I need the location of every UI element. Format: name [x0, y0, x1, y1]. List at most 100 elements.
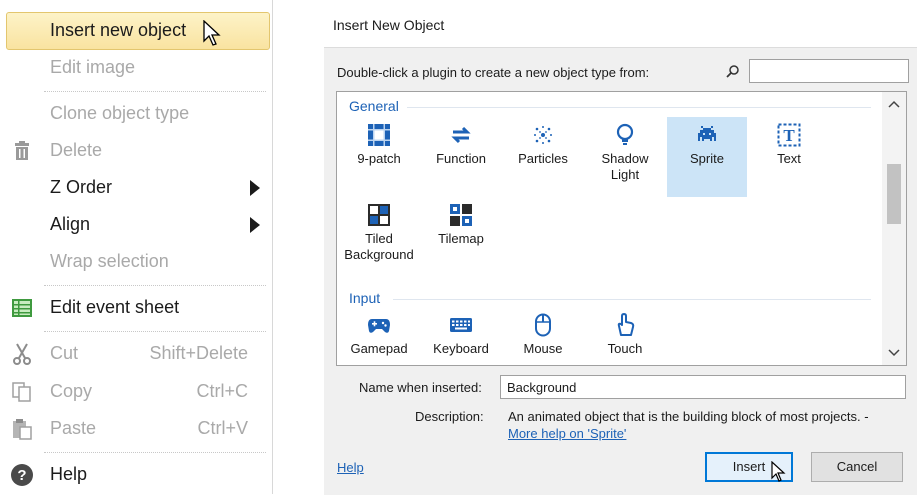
plugin-label: Touch: [607, 341, 643, 356]
help-icon: ?: [10, 463, 34, 487]
plugin-list-scrollbar[interactable]: [882, 92, 906, 365]
plugin-touch[interactable]: Touch: [585, 307, 665, 365]
scrollbar-thumb[interactable]: [887, 164, 901, 224]
more-help-link[interactable]: More help on 'Sprite': [508, 426, 626, 441]
plugin-label: Shadow Light: [601, 151, 649, 182]
description-label: Description:: [415, 409, 484, 424]
menu-item-label: Insert new object: [50, 20, 187, 40]
menu-item-edit-image[interactable]: Edit image: [0, 50, 270, 86]
menu-item-clone-object-type[interactable]: Clone object type: [0, 96, 270, 132]
help-link[interactable]: Help: [337, 460, 364, 475]
plugin-text[interactable]: T Text: [749, 117, 829, 197]
plugin-function[interactable]: Function: [421, 117, 501, 197]
menu-item-insert-new-object[interactable]: Insert new object: [6, 12, 270, 50]
lightbulb-icon: [613, 123, 637, 147]
plugin-label: Tilemap: [438, 231, 484, 246]
plugin-sprite[interactable]: Sprite: [667, 117, 747, 197]
plugin-9-patch[interactable]: 9-patch: [339, 117, 419, 197]
plugin-label: Function: [436, 151, 486, 166]
gamepad-icon: [367, 313, 391, 337]
menu-item-align[interactable]: Align: [0, 207, 270, 243]
plugin-label: Tiled Background: [344, 231, 414, 262]
menu-item-label: Z Order: [50, 177, 113, 197]
insert-button-label: Insert: [732, 459, 766, 474]
description-text: An animated object that is the building …: [508, 409, 869, 424]
plugin-label: Mouse: [523, 341, 563, 356]
plugin-mouse[interactable]: Mouse: [503, 307, 583, 365]
search-icon: [726, 64, 740, 83]
menu-item-label: Edit event sheet: [50, 297, 180, 317]
cancel-button-label: Cancel: [836, 459, 878, 474]
menu-item-copy[interactable]: Copy Ctrl+C: [0, 374, 270, 410]
group-label-general: General: [349, 98, 399, 114]
function-icon: [449, 123, 473, 147]
plugin-label: Particles: [518, 151, 568, 166]
scroll-down-icon[interactable]: [882, 343, 906, 363]
copy-icon: [10, 380, 34, 404]
menu-item-help[interactable]: ? Help: [0, 457, 270, 493]
scissors-icon: [10, 342, 34, 366]
svg-text:T: T: [783, 126, 795, 145]
menu-item-shortcut: Ctrl+C: [196, 381, 248, 401]
menu-separator: [44, 285, 266, 286]
menu-item-delete[interactable]: Delete: [0, 133, 270, 169]
plugin-label: 9-patch: [357, 151, 401, 166]
plugin-keyboard[interactable]: Keyboard: [421, 307, 501, 365]
menu-item-wrap-selection[interactable]: Wrap selection: [0, 244, 270, 280]
dialog-prompt: Double-click a plugin to create a new ob…: [337, 65, 650, 80]
plugin-tilemap[interactable]: Tilemap: [421, 197, 501, 277]
group-label-input: Input: [349, 290, 381, 306]
scroll-up-icon[interactable]: [882, 94, 906, 114]
mouse-cursor-icon: [203, 19, 223, 53]
tiled-background-icon: [367, 203, 391, 227]
object-name-input[interactable]: [500, 375, 906, 399]
svg-text:?: ?: [17, 467, 26, 484]
plugin-tiled-background[interactable]: Tiled Background: [339, 197, 419, 277]
menu-item-label: Edit image: [50, 57, 136, 77]
menu-item-label: Align: [50, 214, 91, 234]
submenu-arrow-icon: [250, 180, 260, 196]
menu-item-cut[interactable]: Cut Shift+Delete: [0, 336, 270, 372]
menu-item-label: Wrap selection: [50, 251, 169, 271]
mouse-icon: [531, 313, 555, 337]
context-menu: Insert new object Edit image Clone objec…: [0, 0, 273, 494]
menu-item-label: Cut: [50, 343, 79, 363]
nine-patch-icon: [367, 123, 391, 147]
keyboard-icon: [449, 313, 473, 337]
plugin-list: General 9-patch Function Particles Shado…: [336, 91, 907, 366]
group-divider: [393, 299, 871, 300]
event-sheet-icon: [10, 296, 34, 320]
trash-icon: [10, 139, 34, 163]
dialog-title: Insert New Object: [333, 17, 445, 33]
plugin-label: Text: [777, 151, 801, 166]
dialog-body: Double-click a plugin to create a new ob…: [324, 47, 917, 495]
menu-item-edit-event-sheet[interactable]: Edit event sheet: [0, 290, 270, 326]
menu-item-label: Clone object type: [50, 103, 190, 123]
insert-new-object-dialog: Insert New Object Double-click a plugin …: [324, 0, 917, 495]
submenu-arrow-icon: [250, 217, 260, 233]
menu-item-paste[interactable]: Paste Ctrl+V: [0, 411, 270, 447]
plugin-label: Gamepad: [350, 341, 408, 356]
menu-item-z-order[interactable]: Z Order: [0, 170, 270, 206]
menu-separator: [44, 452, 266, 453]
menu-item-shortcut: Shift+Delete: [149, 343, 248, 363]
menu-item-label: Help: [50, 464, 88, 484]
plugin-particles[interactable]: Particles: [503, 117, 583, 197]
menu-item-label: Paste: [50, 418, 97, 438]
menu-separator: [44, 331, 266, 332]
plugin-label: Sprite: [690, 151, 724, 166]
name-when-inserted-label: Name when inserted:: [359, 380, 482, 395]
paste-icon: [10, 417, 34, 441]
plugin-gamepad[interactable]: Gamepad: [339, 307, 419, 365]
particles-icon: [531, 123, 555, 147]
cancel-button[interactable]: Cancel: [811, 452, 903, 482]
text-icon: T: [777, 123, 801, 147]
search-input[interactable]: [749, 59, 909, 83]
plugin-shadow-light[interactable]: Shadow Light: [585, 117, 665, 197]
mouse-cursor-icon: [771, 460, 787, 490]
menu-item-label: Copy: [50, 381, 93, 401]
menu-item-shortcut: Ctrl+V: [197, 418, 248, 438]
sprite-icon: [695, 123, 719, 147]
group-divider: [407, 107, 871, 108]
menu-item-label: Delete: [50, 140, 103, 160]
